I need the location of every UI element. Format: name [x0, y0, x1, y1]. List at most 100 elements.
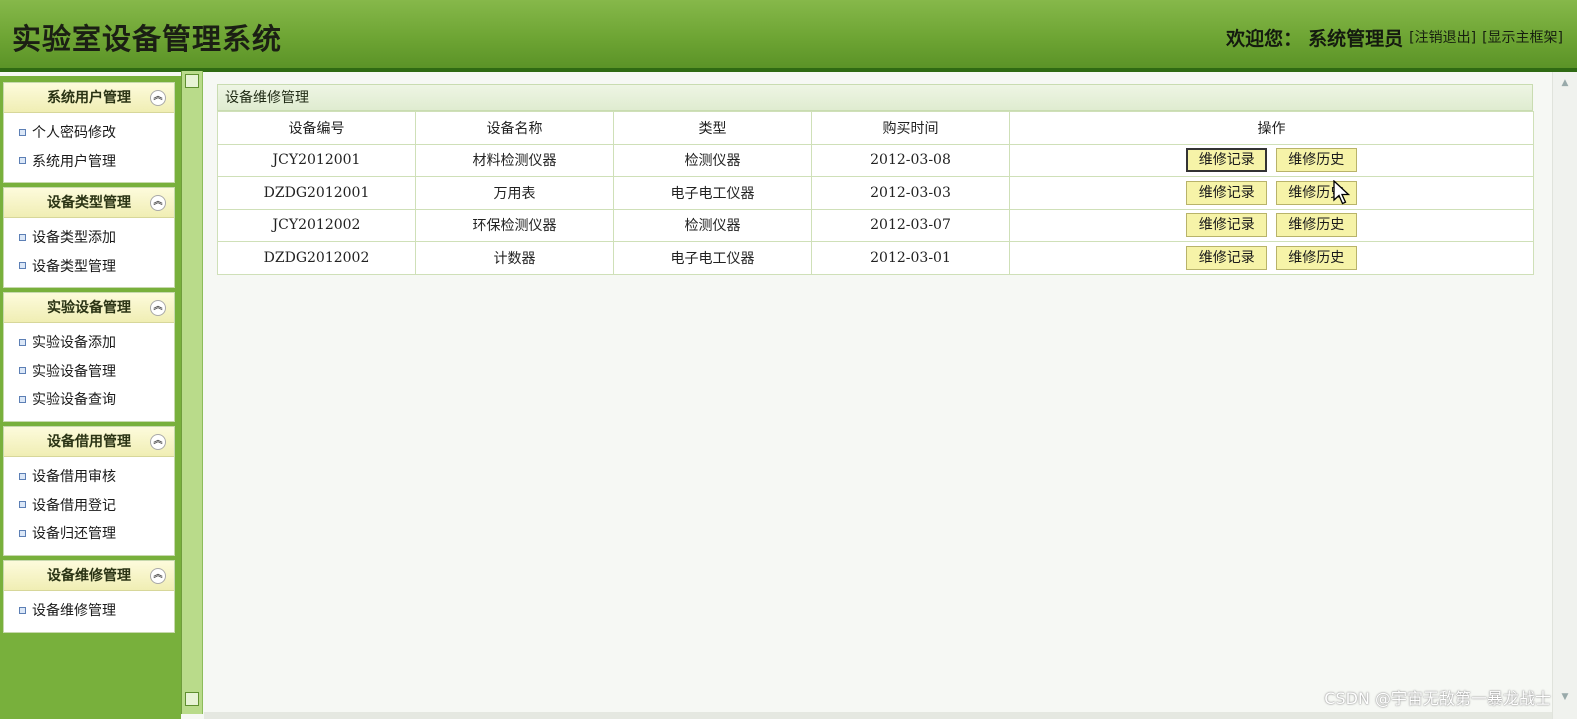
- repair-record-button[interactable]: 维修记录: [1186, 148, 1268, 173]
- double-chevron-up-icon[interactable]: ︽: [150, 90, 166, 106]
- square-bullet-icon: [19, 157, 26, 164]
- menu-group-device-repair: 设备维修管理 ︽ 设备维修管理: [3, 560, 175, 633]
- column-header-purchase-date: 购买时间: [811, 111, 1010, 145]
- repair-record-button[interactable]: 维修记录: [1186, 213, 1268, 238]
- splitter-top-handle[interactable]: [185, 74, 199, 88]
- cell-device-code: JCY2012002: [217, 208, 416, 242]
- repair-history-button[interactable]: 维修历史: [1275, 213, 1357, 238]
- square-bullet-icon: [19, 128, 26, 136]
- square-bullet-icon: [19, 395, 26, 403]
- show-main-frame-link[interactable]: [显示主框架]: [1482, 27, 1563, 47]
- menu-group-header[interactable]: 实验设备管理 ︽: [4, 293, 174, 323]
- cell-device-code: JCY2012001: [217, 143, 416, 177]
- table-header-row: 设备编号 设备名称 类型 购买时间 操作: [217, 111, 1534, 145]
- menu-group-system-users: 系统用户管理 ︽ 个人密码修改 系统用户管理: [3, 82, 175, 183]
- sidebar-item-add-device-type[interactable]: 设备类型添加: [4, 224, 174, 253]
- watermark: CSDN @宇宙无敌第一暴龙战士: [1324, 689, 1551, 708]
- cell-device-name: 材料检测仪器: [415, 143, 614, 177]
- app-header: 实验室设备管理系统 欢迎您： 系统管理员 [注销退出] [显示主框架]: [0, 0, 1577, 72]
- column-header-actions: 操作: [1009, 111, 1534, 145]
- sidebar-item-query-lab-devices[interactable]: 实验设备查询: [4, 386, 174, 415]
- cell-purchase-date: 2012-03-07: [811, 208, 1010, 242]
- column-header-device-code: 设备编号: [217, 111, 416, 145]
- menu-group-device-types: 设备类型管理 ︽ 设备类型添加 设备类型管理: [3, 187, 175, 288]
- square-bullet-icon: [19, 262, 26, 269]
- cell-device-name: 万用表: [415, 176, 614, 210]
- table-row: DZDG2012002 计数器 电子电工仪器 2012-03-01 维修记录 维…: [217, 241, 1534, 275]
- cell-purchase-date: 2012-03-01: [811, 241, 1010, 275]
- cell-device-type: 检测仪器: [613, 208, 812, 242]
- scroll-down-icon[interactable]: ▼: [1558, 690, 1572, 704]
- menu-group-header[interactable]: 设备维修管理 ︽: [4, 561, 174, 591]
- current-user-name: 系统管理员: [1308, 27, 1404, 50]
- sidebar-item-borrow-review[interactable]: 设备借用审核: [4, 463, 174, 492]
- repair-history-button[interactable]: 维修历史: [1275, 148, 1357, 173]
- sidebar-item-return-management[interactable]: 设备归还管理: [4, 520, 174, 549]
- square-bullet-icon: [19, 606, 26, 614]
- menu-group-header[interactable]: 系统用户管理 ︽: [4, 83, 174, 113]
- sidebar-item-label: 实验设备管理: [32, 363, 116, 380]
- welcome-label: 欢迎您：: [1226, 27, 1303, 50]
- logout-link[interactable]: [注销退出]: [1409, 27, 1476, 47]
- welcome-area: 欢迎您： 系统管理员 [注销退出] [显示主框架]: [1226, 24, 1563, 50]
- square-bullet-icon: [19, 501, 26, 508]
- panel-title: 设备维修管理: [217, 84, 1533, 111]
- sidebar-item-label: 设备借用审核: [32, 469, 116, 485]
- menu-group-device-borrowing: 设备借用管理 ︽ 设备借用审核 设备借用登记 设备归还管理: [3, 426, 175, 556]
- sidebar-item-label: 个人密码修改: [32, 125, 116, 141]
- sidebar-item-add-lab-device[interactable]: 实验设备添加: [4, 329, 174, 358]
- cell-actions: 维修记录 维修历史: [1009, 176, 1534, 210]
- sidebar-item-label: 实验设备添加: [32, 335, 116, 351]
- double-chevron-up-icon[interactable]: ︽: [150, 568, 166, 584]
- cell-device-name: 计数器: [415, 241, 614, 275]
- sidebar-item-borrow-register[interactable]: 设备借用登记: [4, 492, 174, 521]
- menu-group-title: 系统用户管理: [47, 90, 131, 106]
- square-bullet-icon: [19, 367, 26, 374]
- double-chevron-up-icon[interactable]: ︽: [150, 434, 166, 450]
- bottom-status-strip: [204, 712, 1552, 719]
- sidebar-splitter[interactable]: [181, 71, 203, 714]
- sidebar-item-label: 设备借用登记: [32, 497, 116, 514]
- square-bullet-icon: [19, 529, 26, 537]
- repair-history-button[interactable]: 维修历史: [1275, 245, 1357, 270]
- cell-actions: 维修记录 维修历史: [1009, 208, 1534, 242]
- cell-purchase-date: 2012-03-03: [811, 176, 1010, 210]
- sidebar-item-manage-lab-devices[interactable]: 实验设备管理: [4, 358, 174, 387]
- scroll-up-icon[interactable]: ▲: [1558, 76, 1572, 90]
- main-content: 设备维修管理 设备编号 设备名称 类型 购买时间 操作 JCY2012001 材…: [204, 72, 1552, 719]
- cell-device-type: 电子电工仪器: [613, 176, 812, 210]
- table-row: JCY2012001 材料检测仪器 检测仪器 2012-03-08 维修记录 维…: [217, 143, 1534, 177]
- cell-device-type: 电子电工仪器: [613, 241, 812, 275]
- repair-record-button[interactable]: 维修记录: [1186, 245, 1268, 270]
- cell-device-code: DZDG2012002: [217, 241, 416, 275]
- double-chevron-up-icon[interactable]: ︽: [150, 300, 166, 316]
- splitter-bottom-handle[interactable]: [185, 692, 199, 706]
- column-header-type: 类型: [613, 111, 812, 145]
- sidebar: 系统用户管理 ︽ 个人密码修改 系统用户管理 设备类型管理 ︽ 设备类型添加 设…: [0, 76, 181, 719]
- cell-actions: 维修记录 维修历史: [1009, 241, 1534, 275]
- cell-actions: 维修记录 维修历史: [1009, 143, 1534, 177]
- sidebar-item-label: 设备归还管理: [32, 526, 116, 542]
- square-bullet-icon: [19, 472, 26, 480]
- cell-device-code: DZDG2012001: [217, 176, 416, 210]
- sidebar-item-label: 设备维修管理: [32, 603, 116, 619]
- sidebar-item-label: 系统用户管理: [32, 153, 116, 170]
- menu-group-title: 实验设备管理: [47, 300, 131, 316]
- mouse-pointer-icon: [1333, 180, 1351, 205]
- vertical-scrollbar[interactable]: ▲ ▼: [1552, 72, 1577, 719]
- sidebar-item-manage-device-types[interactable]: 设备类型管理: [4, 253, 174, 282]
- double-chevron-up-icon[interactable]: ︽: [150, 195, 166, 211]
- cell-device-type: 检测仪器: [613, 143, 812, 177]
- menu-group-header[interactable]: 设备借用管理 ︽: [4, 427, 174, 457]
- sidebar-item-change-password[interactable]: 个人密码修改: [4, 119, 174, 148]
- sidebar-item-system-users[interactable]: 系统用户管理: [4, 148, 174, 177]
- sidebar-item-label: 实验设备查询: [32, 392, 116, 408]
- repair-record-button[interactable]: 维修记录: [1186, 180, 1268, 205]
- menu-group-lab-devices: 实验设备管理 ︽ 实验设备添加 实验设备管理 实验设备查询: [3, 292, 175, 422]
- cell-device-name: 环保检测仪器: [415, 208, 614, 242]
- menu-group-header[interactable]: 设备类型管理 ︽: [4, 188, 174, 218]
- column-header-device-name: 设备名称: [415, 111, 614, 145]
- sidebar-item-label: 设备类型添加: [32, 230, 116, 246]
- sidebar-item-repair-management[interactable]: 设备维修管理: [4, 597, 174, 626]
- menu-group-title: 设备维修管理: [47, 568, 131, 584]
